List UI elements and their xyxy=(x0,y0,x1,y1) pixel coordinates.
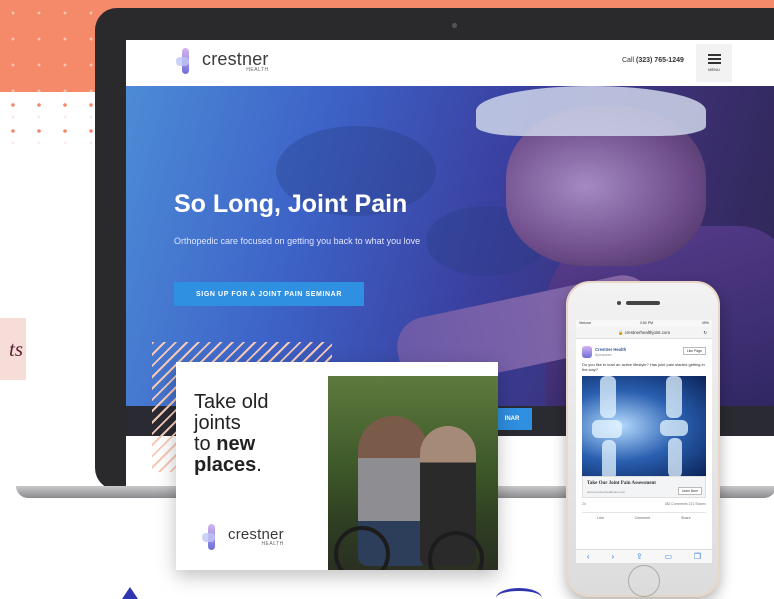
like-action[interactable]: Like xyxy=(597,516,604,520)
learn-more-button[interactable]: Learn More xyxy=(677,487,702,495)
link-title: Take Our Joint Pain Assessment xyxy=(587,481,656,486)
xray-bone xyxy=(600,376,616,418)
carrier: Verizon xyxy=(579,321,591,325)
url-text: crestnerhealthjoint.com xyxy=(624,330,671,335)
forward-icon[interactable]: › xyxy=(611,552,614,561)
home-button[interactable] xyxy=(628,565,660,597)
reload-icon[interactable]: ↻ xyxy=(703,327,707,339)
display-ad[interactable]: Take old joints to new places. crestner … xyxy=(176,362,498,570)
phone-number: (323) 765-1249 xyxy=(636,57,684,64)
laptop-camera xyxy=(452,23,457,28)
menu-label: MENU xyxy=(708,67,720,72)
tabs-icon[interactable]: ❐ xyxy=(694,552,701,561)
hero-subtitle: Orthopedic care focused on getting you b… xyxy=(174,236,421,246)
comment-action[interactable]: Comment xyxy=(635,516,651,520)
phone-screen: Verizon 3:50 PM 49% 🔒 crestnerhealthjoin… xyxy=(576,320,712,563)
ad-photo-cyclists xyxy=(328,376,498,570)
sponsored-label: Sponsored xyxy=(595,353,612,357)
like-page-button[interactable]: Like Page xyxy=(682,347,706,355)
status-bar: Verizon 3:50 PM 49% xyxy=(576,320,712,327)
phone-frame: Verizon 3:50 PM 49% 🔒 crestnerhealthjoin… xyxy=(566,281,720,597)
cropped-word: ts xyxy=(0,318,26,380)
menu-button[interactable]: MENU xyxy=(696,44,732,82)
share-icon[interactable]: ⇪ xyxy=(636,552,643,561)
lock-icon: 🔒 xyxy=(617,330,624,335)
bookmarks-icon[interactable]: ▭ xyxy=(665,552,673,561)
page-avatar[interactable] xyxy=(582,346,592,358)
post-header: Crestner Health Sponsored Like Page xyxy=(582,346,706,360)
share-action[interactable]: Share xyxy=(681,516,691,520)
ad-logo: crestner HEALTH xyxy=(200,524,284,550)
decorative-triangle xyxy=(122,587,138,599)
link-url: www.crestnerhealthjoint.com xyxy=(587,490,626,494)
decorative-arc xyxy=(496,588,542,599)
hero-photo-helmet xyxy=(476,86,706,136)
xray-bone xyxy=(666,376,682,418)
ad-logo-name: crestner xyxy=(228,526,284,543)
browser-toolbar: ‹ › ⇪ ▭ ❐ xyxy=(576,549,712,563)
reaction-count[interactable]: 24 xyxy=(582,502,586,506)
band-button[interactable]: INAR xyxy=(492,408,532,430)
site-logo[interactable]: crestner HEALTH xyxy=(174,48,269,74)
back-icon[interactable]: ‹ xyxy=(587,552,590,561)
post-image-xray[interactable] xyxy=(582,376,706,476)
ad-line-2: joints xyxy=(194,412,241,434)
hamburger-icon xyxy=(707,54,721,64)
phone-speaker xyxy=(626,301,660,305)
logo-mark-icon xyxy=(174,48,196,74)
phone-camera xyxy=(617,301,621,305)
address-bar[interactable]: 🔒 crestnerhealthjoint.com ↻ xyxy=(576,327,712,339)
comment-count[interactable]: 382 Comments xyxy=(665,502,688,506)
ad-line-1: Take old xyxy=(194,391,269,413)
share-count[interactable]: 221 Shares xyxy=(689,502,706,506)
post-link-box[interactable]: Take Our Joint Pain Assessment www.crest… xyxy=(582,476,706,498)
status-time: 3:50 PM xyxy=(639,321,654,325)
battery: 49% xyxy=(701,321,709,325)
seminar-signup-button[interactable]: SIGN UP FOR A JOINT PAIN SEMINAR xyxy=(174,282,364,306)
xray-bone xyxy=(602,440,616,476)
logo-name: crestner xyxy=(202,48,269,69)
page-name[interactable]: Crestner Health xyxy=(595,347,626,352)
xray-knee-implant xyxy=(592,420,622,438)
post-actions: Like Comment Share xyxy=(582,512,706,520)
post-copy: Do you like to lead an active lifestyle?… xyxy=(582,362,705,372)
site-header: crestner HEALTH Call (323) 765-1249 MENU xyxy=(126,40,774,86)
ad-line-4: places. xyxy=(194,454,262,476)
logo-mark-icon xyxy=(200,524,222,550)
ad-headline: Take old joints to new places. xyxy=(194,392,269,476)
xray-bone xyxy=(668,438,682,476)
marketing-mockup-canvas: ts crestner HEALTH Call (323) 765-1249 M… xyxy=(0,0,774,599)
call-link[interactable]: Call (323) 765-1249 xyxy=(622,57,684,64)
dot-pattern-side xyxy=(0,92,100,152)
xray-knee xyxy=(660,420,688,436)
reaction-summary: 24 382 Comments 221 Shares xyxy=(582,502,706,506)
hero-title: So Long, Joint Pain xyxy=(174,190,408,218)
call-prefix: Call xyxy=(622,57,635,64)
ad-line-3: to new xyxy=(194,433,256,455)
